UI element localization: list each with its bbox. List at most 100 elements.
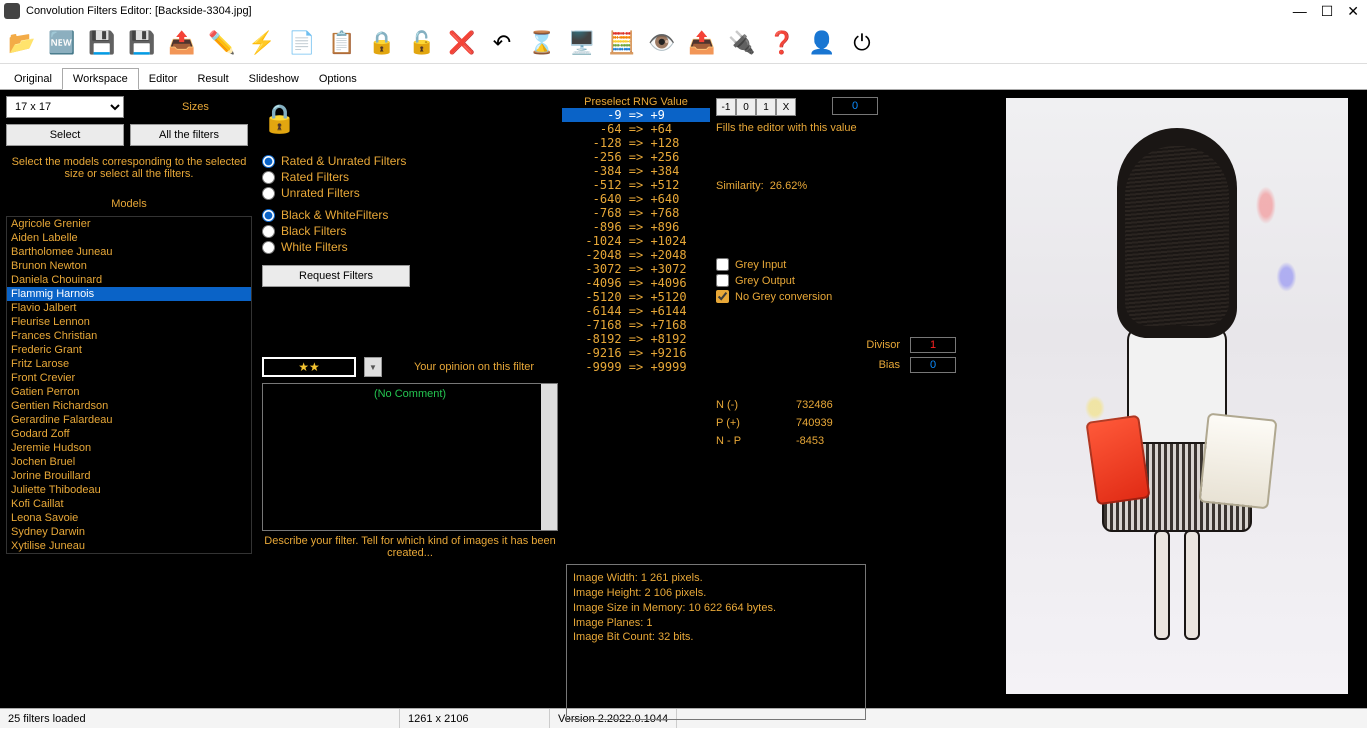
- tab-workspace[interactable]: Workspace: [62, 68, 139, 90]
- model-item[interactable]: Fritz Larose: [7, 357, 251, 371]
- save-all-icon[interactable]: 💾: [126, 27, 158, 59]
- model-item[interactable]: Agricole Grenier: [7, 217, 251, 231]
- tab-slideshow[interactable]: Slideshow: [239, 69, 309, 89]
- rng-item[interactable]: -2048 => +2048: [562, 248, 710, 262]
- rating-radio[interactable]: Rated & Unrated Filters: [262, 153, 558, 169]
- new-icon[interactable]: 🆕: [46, 27, 78, 59]
- rng-item[interactable]: -5120 => +5120: [562, 290, 710, 304]
- model-item[interactable]: Gentien Richardson: [7, 399, 251, 413]
- rng-item[interactable]: -512 => +512: [562, 178, 710, 192]
- rng-item[interactable]: -8192 => +8192: [562, 332, 710, 346]
- model-item[interactable]: Front Crevier: [7, 371, 251, 385]
- export2-icon[interactable]: 📤: [686, 27, 718, 59]
- model-item[interactable]: Godard Zoff: [7, 427, 251, 441]
- rng-item[interactable]: -64 => +64: [562, 122, 710, 136]
- model-item[interactable]: Xytilise Juneau: [7, 539, 251, 553]
- copy-icon[interactable]: 📄: [286, 27, 318, 59]
- lock-icon[interactable]: 🔒: [366, 27, 398, 59]
- bw-radio[interactable]: Black Filters: [262, 223, 558, 239]
- tab-options[interactable]: Options: [309, 69, 367, 89]
- rng-item[interactable]: -6144 => +6144: [562, 304, 710, 318]
- model-item[interactable]: Juliette Thibodeau: [7, 483, 251, 497]
- tab-result[interactable]: Result: [187, 69, 238, 89]
- screen-icon[interactable]: 🖥️: [566, 27, 598, 59]
- model-item[interactable]: Aiden Labelle: [7, 231, 251, 245]
- calc-icon[interactable]: 🧮: [606, 27, 638, 59]
- no-grey-check[interactable]: No Grey conversion: [716, 290, 956, 303]
- model-item[interactable]: Fleurise Lennon: [7, 315, 251, 329]
- wizard-icon[interactable]: ⚡: [246, 27, 278, 59]
- rng-item[interactable]: -7168 => +7168: [562, 318, 710, 332]
- rating-radio[interactable]: Rated Filters: [262, 169, 558, 185]
- bias-input[interactable]: 0: [910, 357, 956, 373]
- value-input[interactable]: 0: [832, 97, 878, 115]
- cancel-icon[interactable]: ❌: [446, 27, 478, 59]
- unlock-icon[interactable]: 🔓: [406, 27, 438, 59]
- tab-editor[interactable]: Editor: [139, 69, 188, 89]
- model-item[interactable]: Jochen Bruel: [7, 455, 251, 469]
- model-item[interactable]: Jeremie Hudson: [7, 441, 251, 455]
- bw-radio[interactable]: Black & WhiteFilters: [262, 207, 558, 223]
- model-item[interactable]: Leona Savoie: [7, 511, 251, 525]
- request-filters-button[interactable]: Request Filters: [262, 265, 410, 287]
- size-select[interactable]: 17 x 17: [6, 96, 124, 118]
- rng-item[interactable]: -768 => +768: [562, 206, 710, 220]
- usb-icon[interactable]: 🔌: [726, 27, 758, 59]
- hourglass-icon[interactable]: ⌛: [526, 27, 558, 59]
- rng-item[interactable]: -9 => +9: [562, 108, 710, 122]
- quick-value-button[interactable]: 1: [756, 98, 776, 116]
- rng-item[interactable]: -256 => +256: [562, 150, 710, 164]
- help-icon[interactable]: ❓: [766, 27, 798, 59]
- minimize-icon[interactable]: —: [1293, 3, 1307, 20]
- user-icon[interactable]: 👤: [806, 27, 838, 59]
- close-icon[interactable]: ✕: [1347, 3, 1359, 20]
- model-item[interactable]: Frances Christian: [7, 329, 251, 343]
- model-item[interactable]: Jorine Brouillard: [7, 469, 251, 483]
- models-list[interactable]: Agricole GrenierAiden LabelleBartholomee…: [6, 216, 252, 554]
- undo-icon[interactable]: ↶: [486, 27, 518, 59]
- eye-icon[interactable]: 👁️: [646, 27, 678, 59]
- rng-item[interactable]: -896 => +896: [562, 220, 710, 234]
- model-item[interactable]: Flammig Harnois: [7, 287, 251, 301]
- model-item[interactable]: Brunon Newton: [7, 259, 251, 273]
- select-button[interactable]: Select: [6, 124, 124, 146]
- tab-original[interactable]: Original: [4, 69, 62, 89]
- rating-radio[interactable]: Unrated Filters: [262, 185, 558, 201]
- model-item[interactable]: Frederic Grant: [7, 343, 251, 357]
- paste-icon[interactable]: 📋: [326, 27, 358, 59]
- quick-value-button[interactable]: 0: [736, 98, 756, 116]
- rating-dropdown[interactable]: ★★: [262, 357, 356, 377]
- model-item[interactable]: Bartholomee Juneau: [7, 245, 251, 259]
- comment-box[interactable]: (No Comment): [262, 383, 558, 531]
- maximize-icon[interactable]: ☐: [1321, 3, 1334, 20]
- rng-item[interactable]: -9216 => +9216: [562, 346, 710, 360]
- model-item[interactable]: Kofi Caillat: [7, 497, 251, 511]
- bw-radio[interactable]: White Filters: [262, 239, 558, 255]
- export-icon[interactable]: 📤: [166, 27, 198, 59]
- model-item[interactable]: Gatien Perron: [7, 385, 251, 399]
- rating-dropdown-arrow[interactable]: ▼: [364, 357, 382, 377]
- quick-value-button[interactable]: -1: [716, 98, 736, 116]
- divisor-input[interactable]: 1: [910, 337, 956, 353]
- rng-item[interactable]: -3072 => +3072: [562, 262, 710, 276]
- grey-output-check[interactable]: Grey Output: [716, 274, 956, 287]
- edit-icon[interactable]: ✏️: [206, 27, 238, 59]
- grey-input-check[interactable]: Grey Input: [716, 258, 956, 271]
- folder-icon[interactable]: 📂: [6, 27, 38, 59]
- rng-item[interactable]: -4096 => +4096: [562, 276, 710, 290]
- comment-scrollbar[interactable]: [541, 384, 557, 530]
- model-item[interactable]: Sydney Darwin: [7, 525, 251, 539]
- power-icon[interactable]: ⏻: [846, 27, 878, 59]
- quick-value-button[interactable]: X: [776, 98, 796, 116]
- all-filters-button[interactable]: All the filters: [130, 124, 248, 146]
- model-item[interactable]: Zerane Cossette: [7, 553, 251, 554]
- save-icon[interactable]: 💾: [86, 27, 118, 59]
- rng-item[interactable]: -9999 => +9999: [562, 360, 710, 374]
- rng-item[interactable]: -1024 => +1024: [562, 234, 710, 248]
- rng-list[interactable]: -9 => +9-64 => +64-128 => +128-256 => +2…: [562, 108, 710, 374]
- model-item[interactable]: Daniela Chouinard: [7, 273, 251, 287]
- rng-item[interactable]: -128 => +128: [562, 136, 710, 150]
- model-item[interactable]: Gerardine Falardeau: [7, 413, 251, 427]
- model-item[interactable]: Flavio Jalbert: [7, 301, 251, 315]
- rng-item[interactable]: -384 => +384: [562, 164, 710, 178]
